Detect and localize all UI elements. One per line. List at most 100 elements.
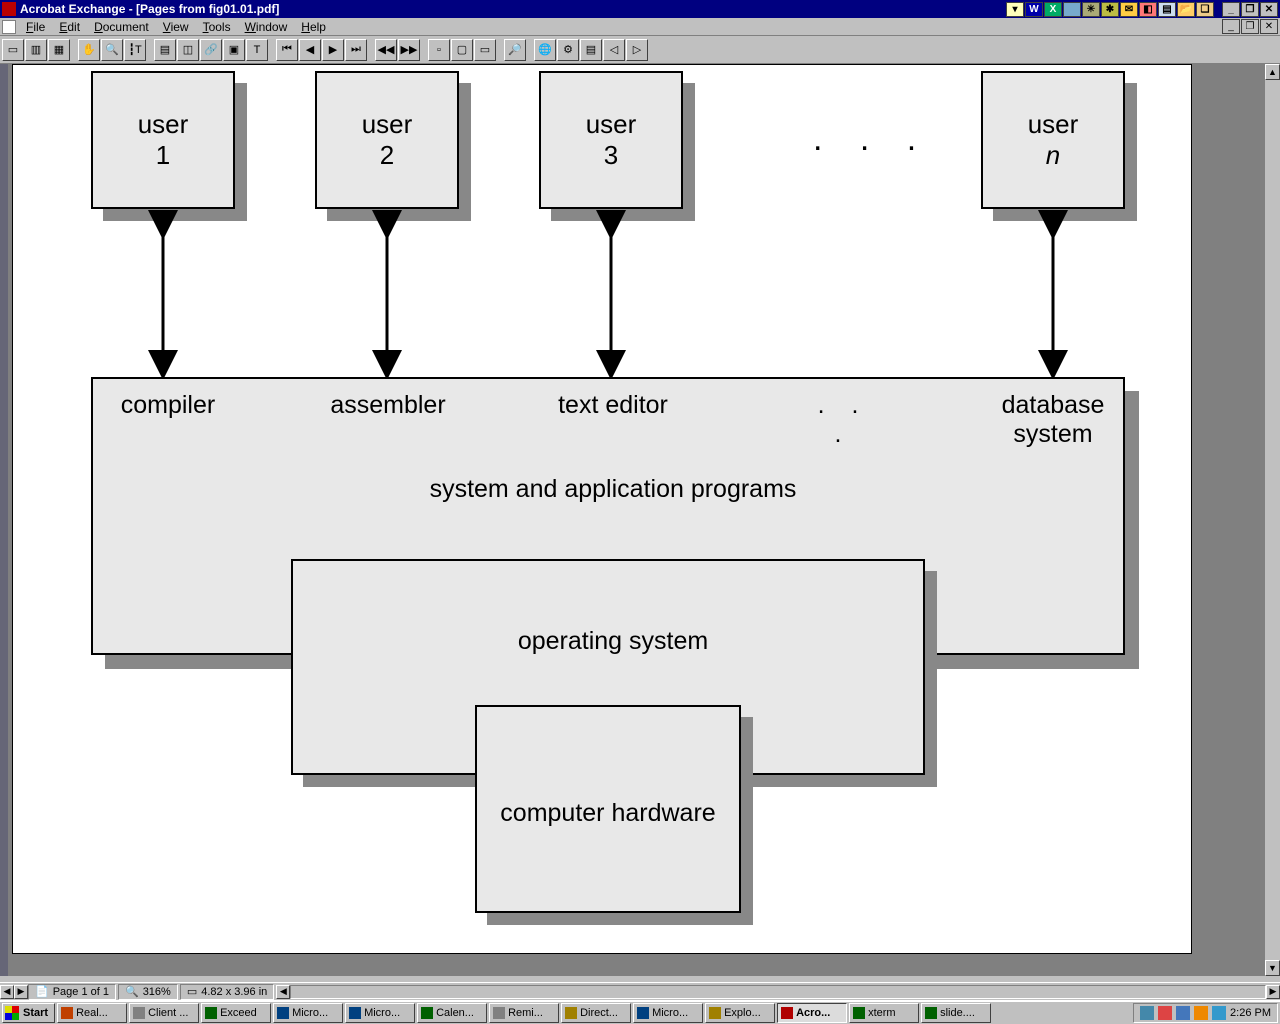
prev-page-button[interactable]: ◀ [299, 39, 321, 61]
taskbar-item-icon [61, 1007, 73, 1019]
window-restore-button[interactable]: ❐ [1241, 19, 1259, 34]
hand-tool-button[interactable]: ✋ [78, 39, 100, 61]
title-tray: ▾ W X ✳ ✱ ✉ ◧ ▤ 📂 ❏ _ ❐ ✕ [1006, 2, 1280, 17]
taskbar-item[interactable]: Direct... [561, 1003, 631, 1023]
taskbar-item[interactable]: Acro... [777, 1003, 847, 1023]
taskbar-item-label: Remi... [508, 1007, 543, 1019]
menu-tools[interactable]: Tools [196, 20, 238, 34]
taskbar-item-label: Micro... [364, 1007, 400, 1019]
web-browser-button[interactable]: 🌐 [534, 39, 556, 61]
page-only-view-button[interactable]: ▭ [2, 39, 24, 61]
tray-app5-icon[interactable]: ❏ [1196, 2, 1214, 17]
taskbar-item[interactable]: Remi... [489, 1003, 559, 1023]
tray-app3-icon[interactable]: ◧ [1139, 2, 1157, 17]
link-tool-button[interactable]: 🔗 [200, 39, 222, 61]
hscroll-left-button[interactable]: ◀ [276, 985, 290, 999]
back-button[interactable]: ◀◀ [375, 39, 397, 61]
status-prev-split-button[interactable]: ◀ [0, 985, 14, 999]
menu-file[interactable]: File [19, 20, 52, 34]
scroll-up-button[interactable]: ▲ [1265, 64, 1280, 80]
forward-button[interactable]: ▶▶ [398, 39, 420, 61]
tray-exceed-icon[interactable]: X [1044, 2, 1062, 17]
menu-window[interactable]: Window [238, 20, 295, 34]
tray-volume-icon[interactable] [1194, 1006, 1208, 1020]
taskbar-item[interactable]: slide.... [921, 1003, 991, 1023]
tray-desktop-icon[interactable] [1063, 2, 1081, 17]
taskbar: Start Real... Client ...Exceed Micro... Mic… [0, 1000, 1280, 1024]
fit-width-button[interactable]: ▭ [474, 39, 496, 61]
tray-word-icon[interactable]: W [1025, 2, 1043, 17]
tray-mail-icon[interactable]: ✉ [1120, 2, 1138, 17]
menu-help[interactable]: Help [294, 20, 333, 34]
tray-app1-icon[interactable]: ✳ [1082, 2, 1100, 17]
taskbar-item[interactable]: Calen... [417, 1003, 487, 1023]
article-tool-button[interactable]: ▤ [154, 39, 176, 61]
scroll-down-button[interactable]: ▼ [1265, 960, 1280, 976]
tray-app4-icon[interactable]: ▤ [1158, 2, 1176, 17]
search-prev-button[interactable]: ◁ [603, 39, 625, 61]
os-label: operating system [433, 627, 793, 656]
tray-antivirus-icon[interactable] [1158, 1006, 1172, 1020]
taskbar-item-label: Real... [76, 1007, 108, 1019]
menu-edit[interactable]: Edit [52, 20, 87, 34]
taskbar-item-label: Micro... [652, 1007, 688, 1019]
last-page-button[interactable]: ⏭ [345, 39, 367, 61]
crop-tool-button[interactable]: ◫ [177, 39, 199, 61]
find-button[interactable]: 🔎 [504, 39, 526, 61]
fit-page-button[interactable]: ▢ [451, 39, 473, 61]
clock[interactable]: 2:26 PM [1230, 1007, 1271, 1019]
status-zoom[interactable]: 🔍 316% [118, 984, 178, 1000]
tray-app-icon[interactable] [1212, 1006, 1226, 1020]
left-gutter [0, 64, 8, 976]
text-tool-button[interactable]: T [246, 39, 268, 61]
horizontal-scrollbar[interactable] [290, 985, 1266, 999]
taskbar-item[interactable]: Explo... [705, 1003, 775, 1023]
hscroll-right-button[interactable]: ▶ [1266, 985, 1280, 999]
menu-document[interactable]: Document [87, 20, 156, 34]
status-page[interactable]: 📄 Page 1 of 1 [28, 984, 116, 1000]
page-viewport[interactable]: user 1 user 2 user 3 . . . user n [8, 64, 1264, 976]
taskbar-item-label: Micro... [292, 1007, 328, 1019]
window-minimize-button[interactable]: _ [1222, 19, 1240, 34]
program-label-ellipsis: . . . [813, 391, 873, 449]
window-title: Acrobat Exchange - [Pages from fig01.01.… [20, 2, 279, 16]
start-button[interactable]: Start [2, 1003, 55, 1023]
select-text-tool-button[interactable]: ┇T [124, 39, 146, 61]
actual-size-button[interactable]: ▫ [428, 39, 450, 61]
form-tool-button[interactable]: ▣ [223, 39, 245, 61]
tray-app2-icon[interactable]: ✱ [1101, 2, 1119, 17]
next-page-button[interactable]: ▶ [322, 39, 344, 61]
tray-network-icon[interactable] [1140, 1006, 1154, 1020]
tray-display-icon[interactable] [1176, 1006, 1190, 1020]
taskbar-item[interactable]: Exceed [201, 1003, 271, 1023]
tray-folder-icon[interactable]: 📂 [1177, 2, 1195, 17]
status-next-split-button[interactable]: ▶ [14, 985, 28, 999]
doc-restore-button[interactable]: ❐ [1241, 2, 1259, 17]
bookmarks-view-button[interactable]: ▥ [25, 39, 47, 61]
doc-close-button[interactable]: ✕ [1260, 2, 1278, 17]
taskbar-item[interactable]: Micro... [345, 1003, 415, 1023]
program-label-compiler: compiler [113, 391, 223, 420]
taskbar-item[interactable]: Real... [57, 1003, 127, 1023]
search-results-button[interactable]: ▤ [580, 39, 602, 61]
taskbar-item-icon [349, 1007, 361, 1019]
status-dimensions[interactable]: ▭ 4.82 x 3.96 in [180, 984, 274, 1000]
zoom-tool-button[interactable]: 🔍 [101, 39, 123, 61]
taskbar-item-icon [421, 1007, 433, 1019]
thumbnails-view-button[interactable]: ▦ [48, 39, 70, 61]
taskbar-item[interactable]: xterm [849, 1003, 919, 1023]
doc-minimize-button[interactable]: _ [1222, 2, 1240, 17]
programs-title: system and application programs [313, 475, 913, 504]
search-next-button[interactable]: ▷ [626, 39, 648, 61]
taskbar-item[interactable]: Micro... [633, 1003, 703, 1023]
title-bar: Acrobat Exchange - [Pages from fig01.01.… [0, 0, 1280, 18]
taskbar-item[interactable]: Micro... [273, 1003, 343, 1023]
search-index-button[interactable]: ⚙ [557, 39, 579, 61]
tray-minimize-all-icon[interactable]: ▾ [1006, 2, 1024, 17]
vertical-scrollbar[interactable]: ▲ ▼ [1264, 64, 1280, 976]
taskbar-item-icon [853, 1007, 865, 1019]
window-close-button[interactable]: ✕ [1260, 19, 1278, 34]
taskbar-item[interactable]: Client ... [129, 1003, 199, 1023]
menu-view[interactable]: View [156, 20, 196, 34]
first-page-button[interactable]: ⏮ [276, 39, 298, 61]
